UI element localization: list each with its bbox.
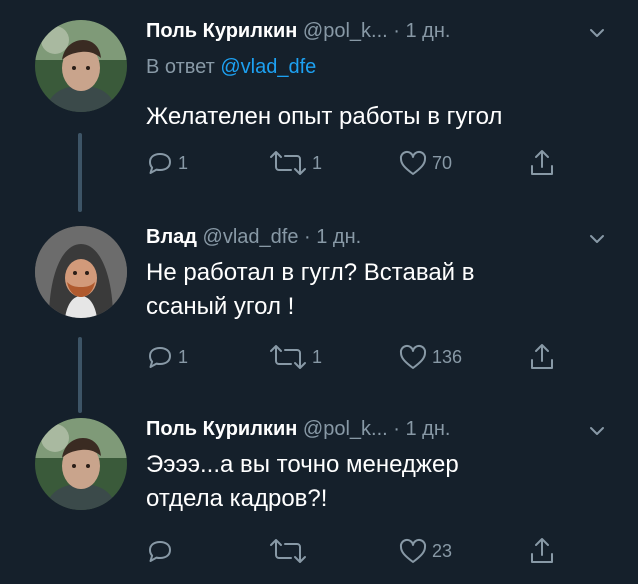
- tweet-text: Не работал в гугл? Вставай в ссаный угол…: [146, 256, 596, 324]
- like-count: 136: [432, 346, 463, 367]
- tweet-header: Поль Курилкин @pol_k... · 1 дн.: [146, 20, 450, 43]
- chevron-down-icon[interactable]: [588, 422, 606, 440]
- separator-dot: ·: [393, 20, 400, 42]
- tweet-text-line: Ээээ...а вы точно менеджер: [146, 451, 459, 478]
- like-button[interactable]: 70: [398, 146, 452, 180]
- avatar-image: [35, 20, 127, 112]
- retweet-count: 1: [312, 152, 323, 173]
- author-name[interactable]: Поль Курилкин: [146, 418, 297, 440]
- reply-button[interactable]: 1: [146, 146, 188, 180]
- retweet-count: 1: [312, 346, 323, 367]
- avatar-image: [35, 226, 127, 318]
- heart-icon: [398, 149, 428, 177]
- reply-button[interactable]: 1: [146, 340, 188, 374]
- like-count: 23: [432, 540, 453, 561]
- like-button[interactable]: 136: [398, 340, 462, 374]
- reply-count: 1: [178, 152, 189, 173]
- author-name[interactable]: Влад: [146, 226, 197, 248]
- reply-count: 1: [178, 346, 189, 367]
- share-icon: [528, 536, 556, 566]
- tweet-actions: 23: [146, 534, 566, 568]
- reply-context: В ответ @vlad_dfe: [146, 56, 316, 79]
- author-handle[interactable]: @pol_k...: [303, 20, 388, 42]
- tweet-actions: 1 1 70: [146, 146, 566, 180]
- heart-icon: [398, 537, 428, 565]
- separator-dot: ·: [304, 226, 311, 248]
- chevron-down-icon[interactable]: [588, 230, 606, 248]
- reply-icon: [146, 149, 174, 177]
- thread-line: [78, 337, 82, 413]
- tweet-actions: 1 1 136: [146, 340, 566, 374]
- tweet-text-line: Не работал в гугл? Вставай в: [146, 259, 475, 286]
- share-icon: [528, 148, 556, 178]
- author-handle[interactable]: @vlad_dfe: [203, 226, 299, 248]
- reply-icon: [146, 537, 174, 565]
- reply-mention-link[interactable]: @vlad_dfe: [220, 56, 316, 78]
- avatar[interactable]: [35, 226, 127, 318]
- timestamp[interactable]: 1 дн.: [316, 226, 361, 248]
- retweet-button[interactable]: 1: [268, 146, 322, 180]
- like-count: 70: [432, 152, 453, 173]
- avatar[interactable]: [35, 418, 127, 510]
- tweet-text: Ээээ...а вы точно менеджер отдела кадров…: [146, 448, 596, 516]
- tweet-text: Желателен опыт работы в гугол: [146, 103, 503, 130]
- tweet-text-line: ссаный угол !: [146, 293, 295, 320]
- reply-prefix: В ответ: [146, 56, 221, 78]
- like-button[interactable]: 23: [398, 534, 452, 568]
- retweet-button[interactable]: [268, 534, 308, 568]
- avatar-image: [35, 418, 127, 510]
- separator-dot: ·: [393, 418, 400, 440]
- tweet-header: Влад @vlad_dfe · 1 дн.: [146, 226, 361, 249]
- share-icon: [528, 342, 556, 372]
- share-button[interactable]: [528, 534, 556, 568]
- heart-icon: [398, 343, 428, 371]
- author-handle[interactable]: @pol_k...: [303, 418, 388, 440]
- retweet-icon: [268, 343, 308, 371]
- author-name[interactable]: Поль Курилкин: [146, 20, 297, 42]
- thread-line: [78, 133, 82, 212]
- tweet-header: Поль Курилкин @pol_k... · 1 дн.: [146, 418, 450, 441]
- share-button[interactable]: [528, 146, 556, 180]
- retweet-icon: [268, 537, 308, 565]
- tweet-text-line: отдела кадров?!: [146, 485, 328, 512]
- chevron-down-icon[interactable]: [588, 24, 606, 42]
- timestamp[interactable]: 1 дн.: [405, 20, 450, 42]
- timestamp[interactable]: 1 дн.: [405, 418, 450, 440]
- reply-button[interactable]: [146, 534, 174, 568]
- retweet-button[interactable]: 1: [268, 340, 322, 374]
- reply-icon: [146, 343, 174, 371]
- avatar[interactable]: [35, 20, 127, 112]
- share-button[interactable]: [528, 340, 556, 374]
- retweet-icon: [268, 149, 308, 177]
